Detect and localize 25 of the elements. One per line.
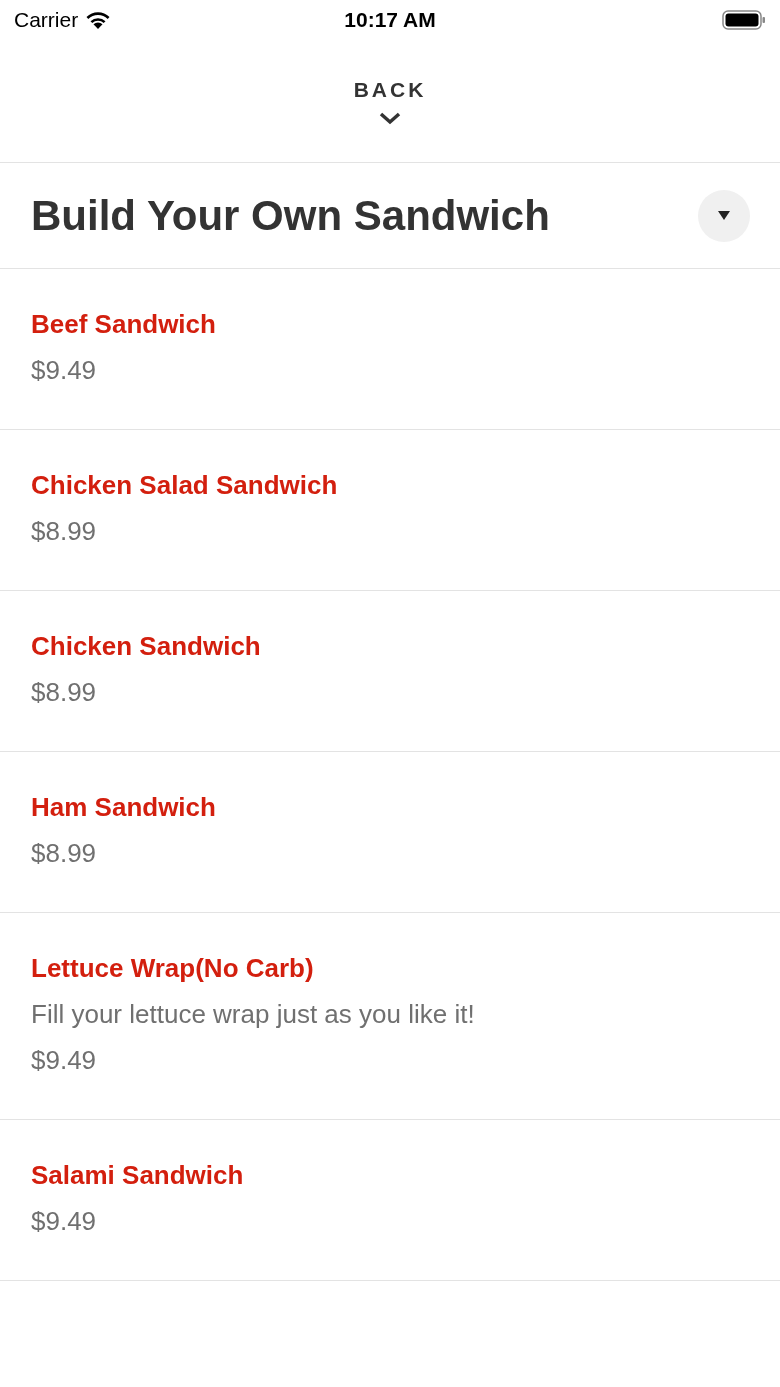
item-price: $9.49 bbox=[31, 1044, 98, 1077]
menu-item[interactable]: Lettuce Wrap(No Carb) Fill your lettuce wrap just as you like it! $9.49 bbox=[0, 913, 780, 1120]
menu-item[interactable]: Chicken Sandwich $8.99 bbox=[0, 591, 780, 752]
item-name: Beef Sandwich bbox=[31, 308, 217, 341]
menu-item[interactable]: Chicken Salad Sandwich $8.99 bbox=[0, 430, 780, 591]
item-description: Fill your lettuce wrap just as you like it! bbox=[31, 998, 476, 1031]
category-title: Build Your Own Sandwich bbox=[31, 191, 550, 241]
menu-item[interactable]: Salami Sandwich $9.49 bbox=[0, 1120, 780, 1281]
back-button[interactable]: BACK bbox=[0, 40, 780, 163]
battery-icon bbox=[722, 10, 766, 30]
item-name: Chicken Salad Sandwich bbox=[31, 469, 339, 502]
item-name: Lettuce Wrap(No Carb) bbox=[31, 952, 315, 985]
status-time: 10:17 AM bbox=[344, 7, 436, 34]
item-name: Chicken Sandwich bbox=[31, 630, 262, 663]
item-price: $8.99 bbox=[31, 515, 98, 548]
carrier-label: Carrier bbox=[14, 7, 79, 34]
item-price: $9.49 bbox=[31, 354, 98, 387]
item-price: $9.49 bbox=[31, 1205, 98, 1238]
menu-item[interactable]: Beef Sandwich $9.49 bbox=[0, 269, 780, 430]
menu-item[interactable]: Ham Sandwich $8.99 bbox=[0, 752, 780, 913]
dropdown-triangle-icon bbox=[718, 210, 730, 221]
item-name: Salami Sandwich bbox=[31, 1159, 245, 1192]
item-price: $8.99 bbox=[31, 676, 98, 709]
item-name: Ham Sandwich bbox=[31, 791, 217, 824]
item-price: $8.99 bbox=[31, 837, 98, 870]
